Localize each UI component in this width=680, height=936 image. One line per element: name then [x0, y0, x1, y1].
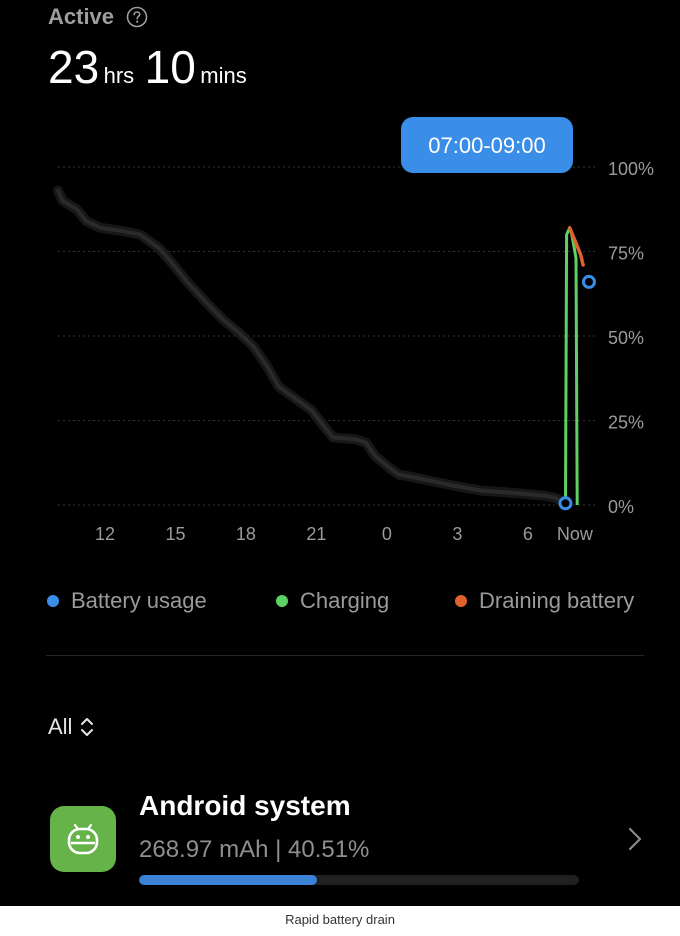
app-usage-stats: 268.97 mAh | 40.51%: [139, 836, 370, 863]
filter-label: All: [48, 714, 73, 739]
active-label: Active: [48, 4, 115, 29]
app-usage-bar-fill: [139, 875, 318, 885]
y-tick-label: 0%: [608, 497, 634, 517]
legend-dot-draining-battery: [455, 595, 467, 607]
duration-minutes: 10: [144, 41, 196, 93]
x-tick-label: 6: [523, 524, 533, 544]
charging-line: [564, 226, 579, 506]
active-duration: 23 hrs 10 mins: [48, 40, 253, 94]
y-tick-label: 100%: [608, 159, 654, 179]
duration-hours-unit: hrs: [103, 63, 135, 88]
x-tick-label: 21: [306, 524, 326, 544]
x-tick-label: 18: [236, 524, 256, 544]
y-tick-label: 25%: [608, 413, 644, 433]
help-icon[interactable]: [126, 6, 148, 28]
battery-chart[interactable]: 100% 75% 50% 25% 0% 12 15 18 21 0 3 6 Now 07:00-09:00: [0, 110, 680, 550]
chart-legend: Battery usage Charging Draining battery: [0, 588, 680, 618]
caption-bar: Rapid battery drain: [0, 906, 680, 936]
time-range-tooltip-text: 07:00-09:00: [428, 133, 545, 158]
legend-item-charging: Charging: [276, 588, 389, 614]
battery-marker-1: [558, 496, 573, 511]
android-robot-icon: [67, 823, 99, 855]
chevron-right-icon[interactable]: [627, 826, 643, 852]
app-usage-bar: [139, 875, 579, 885]
sort-updown-icon: [81, 718, 94, 736]
x-tick-label: 12: [95, 524, 115, 544]
y-tick-label: 50%: [608, 328, 644, 348]
legend-label-battery-usage: Battery usage: [71, 588, 207, 613]
battery-usage-line-shadow: [53, 185, 571, 509]
duration-hours: 23: [48, 41, 100, 93]
legend-label-charging: Charging: [300, 588, 390, 613]
battery-screen: Active 23 hrs 10 mins 100% 75% 50% 25% 0% 12 1…: [0, 0, 680, 906]
x-tick-label: 0: [382, 524, 392, 544]
legend-label-draining-battery: Draining battery: [479, 588, 635, 613]
legend-dot-battery-usage: [47, 595, 59, 607]
legend-item-battery-usage: Battery usage: [47, 588, 207, 614]
battery-marker-2: [581, 274, 596, 289]
duration-minutes-unit: mins: [200, 63, 247, 88]
x-tick-label: 15: [165, 524, 185, 544]
image-caption: Rapid battery drain: [285, 912, 395, 927]
legend-item-draining-battery: Draining battery: [455, 588, 634, 614]
app-name[interactable]: Android system: [139, 790, 351, 822]
android-system-app-icon[interactable]: [50, 806, 116, 872]
x-tick-label: 3: [452, 524, 462, 544]
y-tick-label: 75%: [608, 244, 644, 264]
divider: [46, 655, 644, 656]
filter-dropdown[interactable]: All: [48, 714, 94, 740]
legend-dot-charging: [276, 595, 288, 607]
active-header: Active: [48, 4, 148, 30]
x-tick-label: Now: [557, 524, 594, 544]
